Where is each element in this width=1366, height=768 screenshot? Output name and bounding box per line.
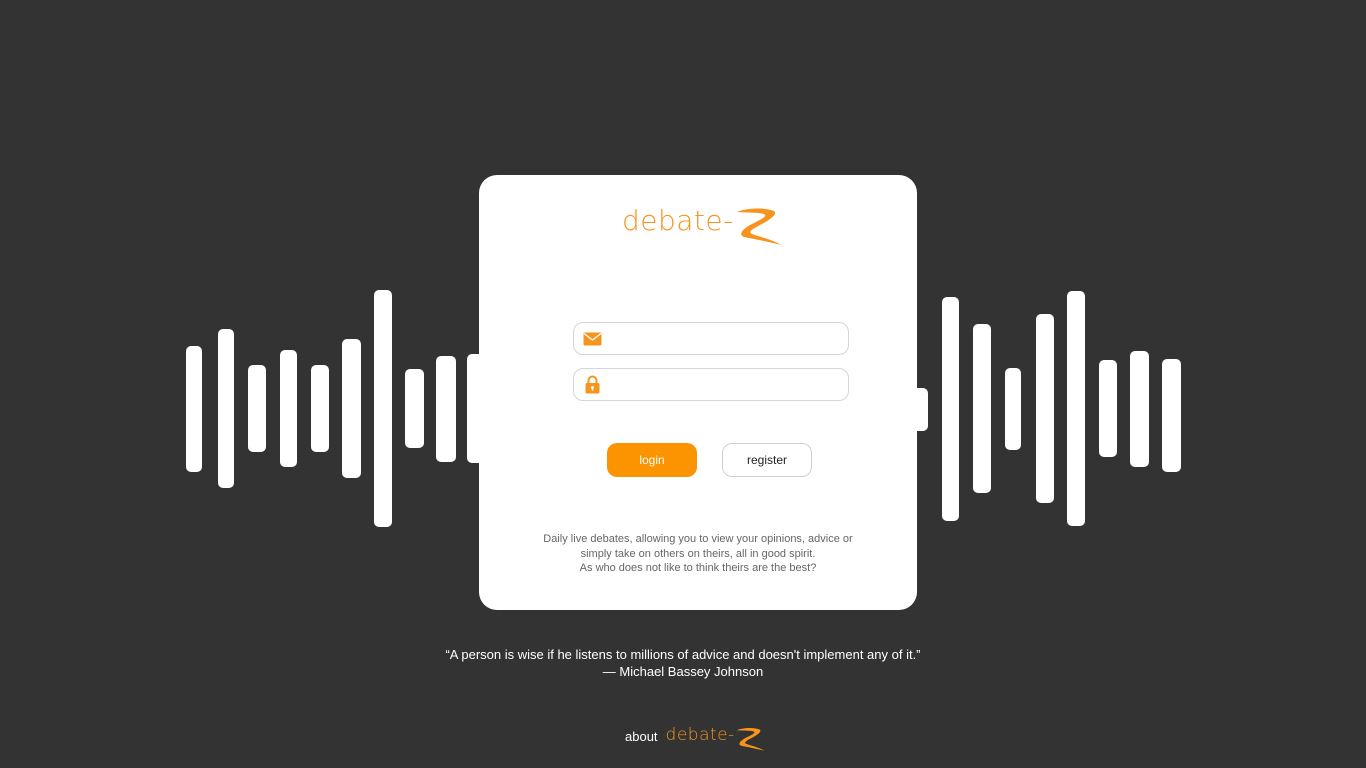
wave-bar <box>1162 359 1181 472</box>
wave-bar <box>1067 291 1085 526</box>
site-description: Daily live debates, allowing you to view… <box>519 532 877 576</box>
wave-bar <box>973 324 991 493</box>
wave-bar <box>1130 351 1149 467</box>
register-button[interactable]: register <box>722 443 812 477</box>
description-line: As who does not like to think theirs are… <box>579 562 817 574</box>
email-input[interactable] <box>610 323 848 354</box>
wave-bar <box>218 329 234 488</box>
wave-bar <box>311 365 329 452</box>
email-field[interactable] <box>573 322 849 355</box>
about-link[interactable]: about debate- <box>625 727 766 752</box>
login-card: debate- login register Daily live debate… <box>479 175 917 610</box>
quote-block: “A person is wise if he listens to milli… <box>383 646 983 680</box>
brand-logo-text: debate- <box>622 204 734 237</box>
quote-author: — Michael Bassey Johnson <box>602 664 764 679</box>
envelope-icon <box>574 323 610 354</box>
login-button[interactable]: login <box>607 443 697 477</box>
description-line: simply take on others on theirs, all in … <box>580 547 816 560</box>
wave-bar <box>942 297 959 521</box>
quote-text: “A person is wise if he listens to milli… <box>445 647 921 662</box>
wave-bar <box>342 339 361 478</box>
wave-bar <box>405 369 424 448</box>
wave-bar <box>1005 368 1021 450</box>
password-input[interactable] <box>610 369 848 400</box>
description-line: Daily live debates, allowing you to view… <box>543 533 853 545</box>
wave-bar <box>1099 360 1117 457</box>
wave-bar <box>436 356 456 462</box>
login-page: debate- login register Daily live debate… <box>0 0 1366 768</box>
footer-brand-logo-text: debate- <box>665 725 735 745</box>
brand-logo: debate- <box>622 207 784 247</box>
wave-bar <box>248 365 266 452</box>
lock-icon <box>574 369 610 400</box>
about-label[interactable]: about <box>625 729 658 744</box>
wave-bar <box>280 350 297 467</box>
wave-bar <box>1036 314 1054 503</box>
password-field[interactable] <box>573 368 849 401</box>
wave-bar <box>374 290 392 527</box>
wave-bar <box>186 346 202 472</box>
z-swoosh-icon <box>736 208 781 245</box>
footer-brand-logo[interactable]: debate- <box>666 727 766 752</box>
z-swoosh-icon <box>736 728 764 751</box>
